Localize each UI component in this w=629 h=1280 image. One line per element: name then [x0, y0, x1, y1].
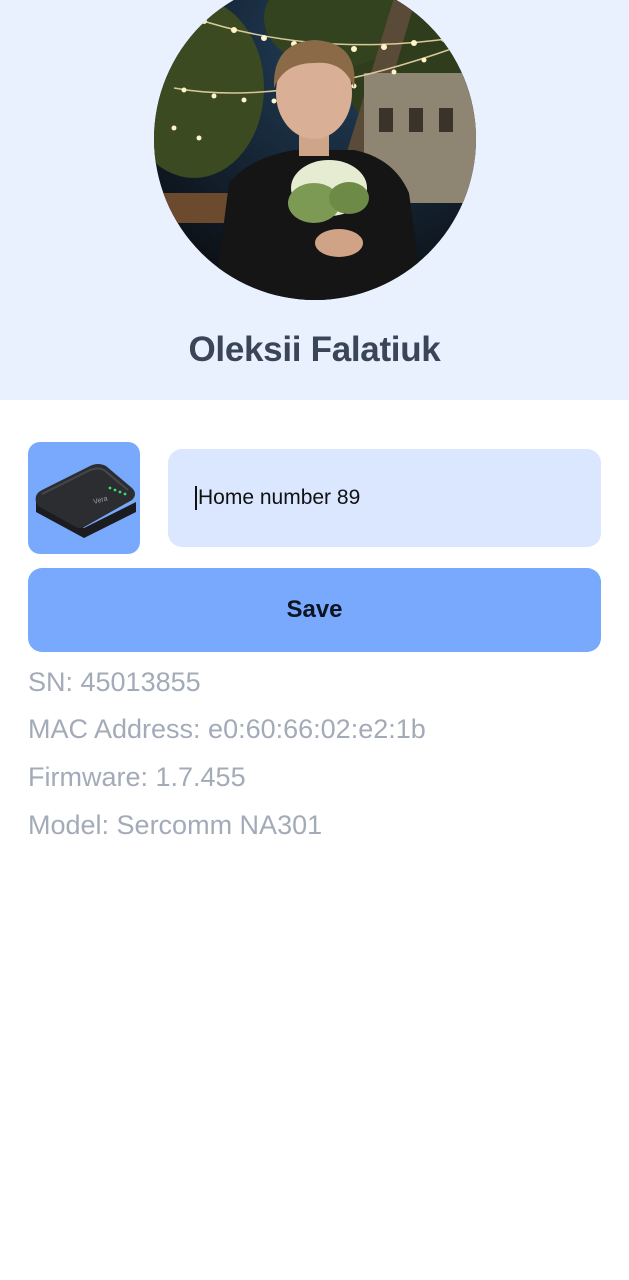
device-settings-screen: Oleksii Falatiuk Vera Home number 89 Sav…: [0, 0, 629, 1280]
save-button[interactable]: Save: [28, 568, 601, 652]
device-thumbnail[interactable]: Vera: [28, 442, 140, 554]
mac-address-label: MAC Address: e0:60:66:02:e2:1b: [28, 714, 426, 744]
user-name: Oleksii Falatiuk: [188, 330, 441, 369]
serial-number-label: SN: 45013855: [28, 667, 201, 697]
avatar-photo: [154, 0, 476, 300]
model-label: Model: Sercomm NA301: [28, 810, 323, 840]
text-cursor: [195, 486, 197, 510]
profile-header: Oleksii Falatiuk: [0, 0, 629, 400]
router-device-icon: Vera: [35, 464, 136, 538]
firmware-label: Firmware: 1.7.455: [28, 762, 246, 792]
device-name-input[interactable]: Home number 89: [168, 449, 601, 547]
avatar[interactable]: [154, 0, 476, 300]
device-name-value: Home number 89: [198, 486, 361, 509]
